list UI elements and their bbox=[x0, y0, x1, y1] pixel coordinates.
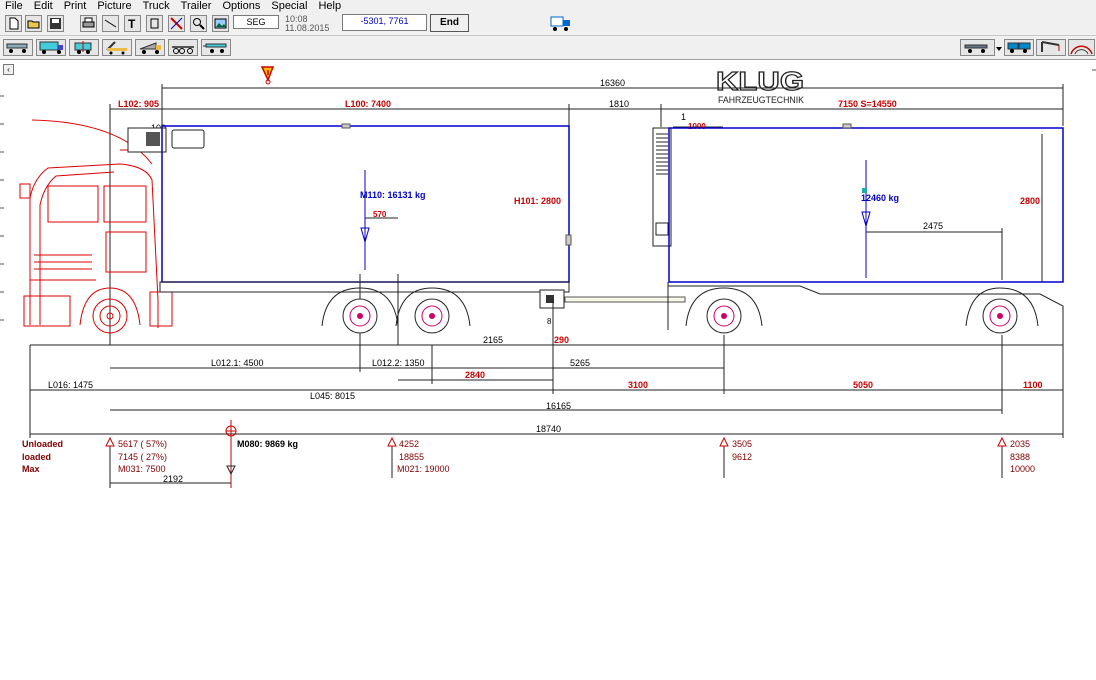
logo-tagline: FAHRZEUGTECHNIK bbox=[718, 95, 804, 105]
dim-trailer-load: 12460 kg bbox=[861, 193, 899, 203]
vehicle-type-2-icon[interactable] bbox=[36, 39, 66, 56]
axle-2-loads: 4252 18855 M021: 19000 bbox=[387, 436, 450, 478]
dim-18740: 18740 bbox=[536, 424, 561, 434]
axle-1-max: M031: 7500 bbox=[118, 464, 166, 474]
axle-4-unloaded: 2035 bbox=[1010, 439, 1030, 449]
dim-2165: 2165 bbox=[483, 335, 503, 345]
label-max: Max bbox=[22, 464, 40, 474]
menu-file[interactable]: File bbox=[0, 0, 29, 13]
open-folder-icon[interactable] bbox=[25, 15, 42, 32]
print-icon[interactable] bbox=[80, 15, 97, 32]
dim-16165: 16165 bbox=[546, 401, 571, 411]
dim-trailer-front-marker: 1 bbox=[681, 112, 686, 122]
end-button[interactable]: End bbox=[430, 14, 469, 32]
dim-l016: L016: 1475 bbox=[48, 380, 93, 390]
coordinates-display: -5301, 7761 bbox=[342, 14, 427, 31]
trailer-axles bbox=[685, 287, 1039, 334]
dim-gap: 1810 bbox=[609, 99, 629, 109]
dim-l100: L100: 7400 bbox=[345, 99, 391, 109]
vehicle-type-3-icon[interactable] bbox=[69, 39, 99, 56]
dim-l0121: L012.1: 4500 bbox=[211, 358, 264, 368]
axle-1-loads: 5617 ( 57%) 7145 ( 27%) M031: 7500 bbox=[105, 436, 167, 488]
measure-tool-icon[interactable] bbox=[168, 15, 185, 32]
dim-3100: 3100 bbox=[628, 380, 648, 390]
truck-trailer-icon[interactable] bbox=[1004, 39, 1034, 56]
axle-3-loaded: 9612 bbox=[732, 452, 752, 462]
truck-rear-axles bbox=[321, 287, 471, 334]
label-unloaded: Unloaded bbox=[22, 439, 63, 449]
picture-icon[interactable] bbox=[212, 15, 229, 32]
truck-view-icon[interactable] bbox=[550, 14, 572, 32]
chassis-icon[interactable] bbox=[168, 39, 198, 56]
menu-print[interactable]: Print bbox=[59, 0, 93, 13]
date-display: 11.08.2015 bbox=[285, 23, 330, 33]
main-toolbar: T SEG 10:08 11.08.2015 -5301, 7761 End bbox=[0, 13, 1096, 36]
dim-trailer-front-offset: 1000 bbox=[688, 122, 706, 131]
dim-l0122: L012.2: 1350 bbox=[372, 358, 425, 368]
drawbar-coupling bbox=[539, 289, 686, 309]
dim-2192: 2192 bbox=[163, 474, 183, 484]
axle-3-loads: 3505 9612 bbox=[719, 436, 752, 478]
new-file-icon[interactable] bbox=[5, 15, 22, 32]
menu-bar: File Edit Print Picture Truck Trailer Options S… bbox=[0, 0, 1096, 13]
vehicle-toolbar bbox=[0, 36, 1096, 60]
save-icon[interactable] bbox=[47, 15, 64, 32]
label-loaded: loaded bbox=[22, 452, 51, 462]
mode-field[interactable]: SEG bbox=[233, 15, 279, 29]
menu-edit[interactable]: Edit bbox=[29, 0, 59, 13]
axle-4-loads: 2035 8388 10000 bbox=[997, 436, 1035, 478]
dim-1100: 1100 bbox=[1023, 380, 1043, 390]
turning-circle-icon[interactable] bbox=[1068, 39, 1095, 56]
dim-5265: 5265 bbox=[570, 358, 590, 368]
dim-5050: 5050 bbox=[853, 380, 873, 390]
dim-trailer-load-offset: 2475 bbox=[923, 221, 943, 231]
menu-options[interactable]: Options bbox=[217, 0, 266, 13]
body-dimensions bbox=[109, 104, 1063, 345]
drawing-canvas[interactable]: KLUG FAHRZEUGTECHNIK 16360 L102: 905 L10… bbox=[0, 60, 1096, 500]
svg-text:T: T bbox=[128, 17, 136, 30]
dim-trailer-body: 7150 S=14550 bbox=[838, 99, 897, 109]
dim-2840: 2840 bbox=[465, 370, 485, 380]
vehicle-select-icon[interactable] bbox=[960, 39, 995, 56]
menu-truck[interactable]: Truck bbox=[138, 0, 176, 13]
axle-2-max: M021: 19000 bbox=[397, 464, 450, 474]
axle-2-loaded: 18855 bbox=[399, 452, 424, 462]
zoom-icon[interactable] bbox=[190, 15, 207, 32]
dim-l102: L102: 905 bbox=[118, 99, 159, 109]
dim-l045: L045: 8015 bbox=[310, 391, 355, 401]
chevron-down-icon[interactable] bbox=[996, 43, 1002, 51]
trailer-icon[interactable] bbox=[201, 39, 231, 56]
dim-h101: H101: 2800 bbox=[514, 196, 561, 206]
tipper-truck-icon[interactable] bbox=[135, 39, 165, 56]
dim-overall-length: 16360 bbox=[600, 78, 625, 88]
menu-help[interactable]: Help bbox=[313, 0, 347, 13]
dim-trailer-height: 2800 bbox=[1020, 196, 1040, 206]
axle-4-loaded: 8388 bbox=[1010, 452, 1030, 462]
axle-3-unloaded: 3505 bbox=[732, 439, 752, 449]
vehicle-type-1-icon[interactable] bbox=[3, 39, 33, 56]
menu-picture[interactable]: Picture bbox=[92, 0, 137, 13]
coupling-label: 8 bbox=[547, 317, 552, 326]
axle-4-max: 10000 bbox=[1010, 464, 1035, 474]
dim-m110: M110: 16131 kg bbox=[360, 190, 426, 200]
axle-1-loaded: 7145 ( 27%) bbox=[118, 452, 167, 462]
text-tool-icon[interactable]: T bbox=[124, 15, 141, 32]
warning-icon[interactable] bbox=[260, 66, 275, 85]
menu-trailer[interactable]: Trailer bbox=[176, 0, 218, 13]
axle-1-unloaded: 5617 ( 57%) bbox=[118, 439, 167, 449]
line-tool-icon[interactable] bbox=[102, 15, 119, 32]
logo-name: KLUG bbox=[716, 66, 804, 96]
menu-special[interactable]: Special bbox=[266, 0, 313, 13]
rectangle-tool-icon[interactable] bbox=[146, 15, 163, 32]
crane-truck-icon[interactable] bbox=[102, 39, 132, 56]
klug-logo: KLUG FAHRZEUGTECHNIK bbox=[715, 65, 804, 105]
crane-icon[interactable] bbox=[1036, 39, 1066, 56]
dim-m110-offset: 570 bbox=[373, 210, 387, 219]
load-m080: M080: 9869 kg bbox=[237, 439, 298, 449]
axle-2-unloaded: 4252 bbox=[399, 439, 419, 449]
dim-290: 290 bbox=[554, 335, 569, 345]
